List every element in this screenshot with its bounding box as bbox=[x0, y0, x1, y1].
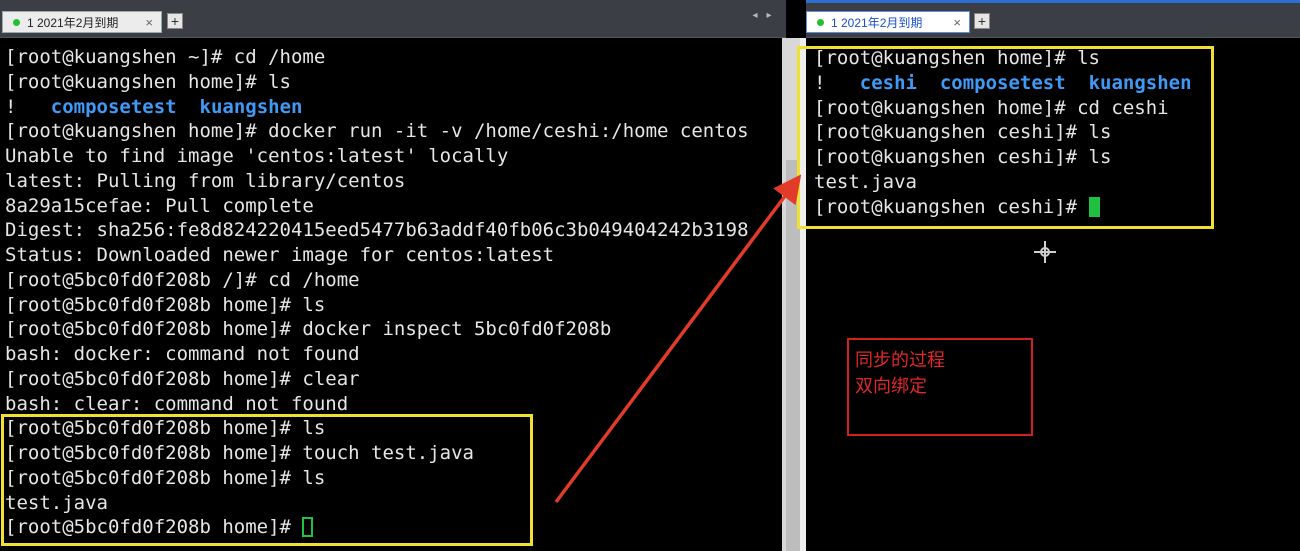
annotation-line-2: 双向绑定 bbox=[855, 376, 927, 397]
annotation-box: 同步的过程 双向绑定 bbox=[847, 338, 1033, 436]
sync-arrow bbox=[554, 174, 802, 504]
mouse-crosshair-icon bbox=[1034, 241, 1056, 263]
annotation-line-1: 同步的过程 bbox=[855, 350, 945, 371]
